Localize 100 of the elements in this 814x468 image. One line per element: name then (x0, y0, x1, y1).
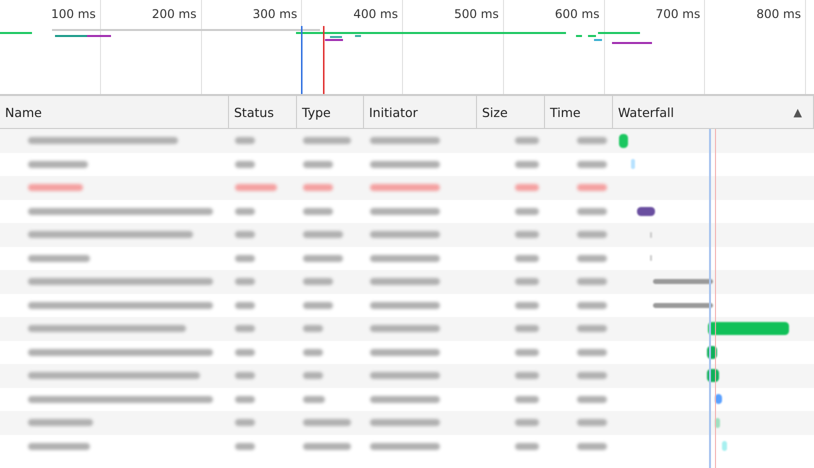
blurred-text (28, 442, 90, 450)
blurred-text (577, 325, 607, 332)
blurred-text (370, 419, 440, 426)
blurred-text (370, 348, 440, 356)
blurred-text (235, 302, 255, 309)
blurred-text (515, 208, 539, 215)
column-header[interactable]: Status (229, 96, 297, 128)
blurred-text (577, 419, 607, 426)
blurred-text (235, 348, 255, 356)
blurred-text (235, 419, 255, 426)
waterfall-bar (619, 134, 628, 148)
waterfall-bar (653, 302, 713, 308)
blurred-text (28, 184, 83, 192)
blurred-text (303, 137, 351, 144)
request-row[interactable] (0, 364, 814, 388)
blurred-text (235, 442, 255, 450)
blurred-text (577, 302, 607, 309)
blurred-text (515, 302, 539, 309)
time-tick-label: 600 ms (554, 7, 600, 21)
column-header[interactable]: Size (477, 96, 545, 128)
time-tick-label: 500 ms (454, 7, 499, 21)
blurred-text (235, 325, 255, 332)
blurred-text (577, 396, 607, 403)
request-row[interactable] (0, 317, 814, 340)
blurred-text (235, 278, 255, 286)
time-tick-label: 400 ms (353, 7, 398, 21)
blurred-text (577, 372, 607, 380)
column-header[interactable]: Initiator (364, 96, 477, 128)
blurred-text (370, 442, 440, 450)
blurred-text (370, 372, 440, 380)
blurred-text (515, 348, 539, 356)
request-row[interactable] (0, 176, 814, 200)
column-header[interactable]: Waterfall ▲ (613, 96, 814, 128)
column-header[interactable]: Time (545, 96, 613, 128)
waterfall-bar (637, 206, 655, 216)
blurred-text (28, 160, 88, 168)
column-header[interactable]: Type (297, 96, 364, 128)
blurred-text (235, 208, 255, 215)
blurred-text (303, 302, 333, 309)
blurred-text (235, 184, 277, 192)
blurred-text (577, 184, 607, 192)
blurred-text (515, 278, 539, 286)
blurred-text (303, 396, 325, 403)
blurred-text (235, 231, 255, 238)
blurred-text (303, 325, 323, 332)
blurred-text (303, 254, 343, 262)
blurred-text (515, 231, 539, 238)
blurred-text (235, 254, 255, 262)
blurred-text (515, 325, 539, 332)
blurred-text (303, 231, 343, 238)
blurred-text (370, 254, 440, 262)
blurred-text (515, 419, 539, 426)
blurred-text (303, 372, 323, 380)
blurred-text (303, 442, 351, 450)
blurred-text (515, 160, 539, 168)
time-tick-label: 800 ms (756, 7, 801, 21)
time-tick-label: 300 ms (252, 7, 298, 21)
waterfall-bar (653, 279, 713, 284)
blurred-text (303, 160, 333, 168)
request-row[interactable] (0, 270, 814, 294)
blurred-text (515, 184, 539, 192)
blurred-text (370, 208, 440, 215)
blurred-text (370, 160, 440, 168)
blurred-text (370, 325, 440, 332)
blurred-text (370, 278, 440, 286)
blurred-text (577, 231, 607, 238)
blurred-text (235, 372, 255, 380)
blurred-text (28, 254, 90, 262)
blurred-text (235, 396, 255, 403)
blurred-text (370, 137, 440, 144)
blurred-text (577, 254, 607, 262)
sort-arrow-icon: ▲ (794, 106, 808, 118)
blurred-text (235, 137, 255, 144)
blurred-text (577, 278, 607, 286)
blurred-text (577, 160, 607, 168)
blurred-text (303, 184, 333, 192)
blurred-text (577, 137, 607, 144)
request-row[interactable] (0, 129, 814, 152)
time-tick-label: 200 ms (152, 7, 196, 21)
request-row[interactable] (0, 411, 814, 434)
time-tick-label: 700 ms (656, 7, 700, 21)
blurred-text (370, 302, 440, 309)
blurred-text (303, 278, 333, 286)
blurred-text (577, 442, 607, 450)
blurred-text (303, 348, 323, 356)
column-header[interactable]: Name (0, 96, 229, 128)
time-tick-label: 100 ms (51, 7, 96, 21)
blurred-text (370, 231, 440, 238)
blurred-text (515, 254, 539, 262)
blurred-text (577, 348, 607, 356)
waterfall-bar (631, 159, 635, 170)
waterfall-bar (722, 441, 727, 452)
blurred-text (370, 396, 440, 403)
request-row[interactable] (0, 223, 814, 246)
blurred-text (303, 419, 351, 426)
blurred-text (515, 372, 539, 380)
blurred-text (235, 160, 255, 168)
blurred-text (370, 184, 440, 192)
blurred-text (303, 208, 333, 215)
blurred-text (28, 419, 93, 426)
